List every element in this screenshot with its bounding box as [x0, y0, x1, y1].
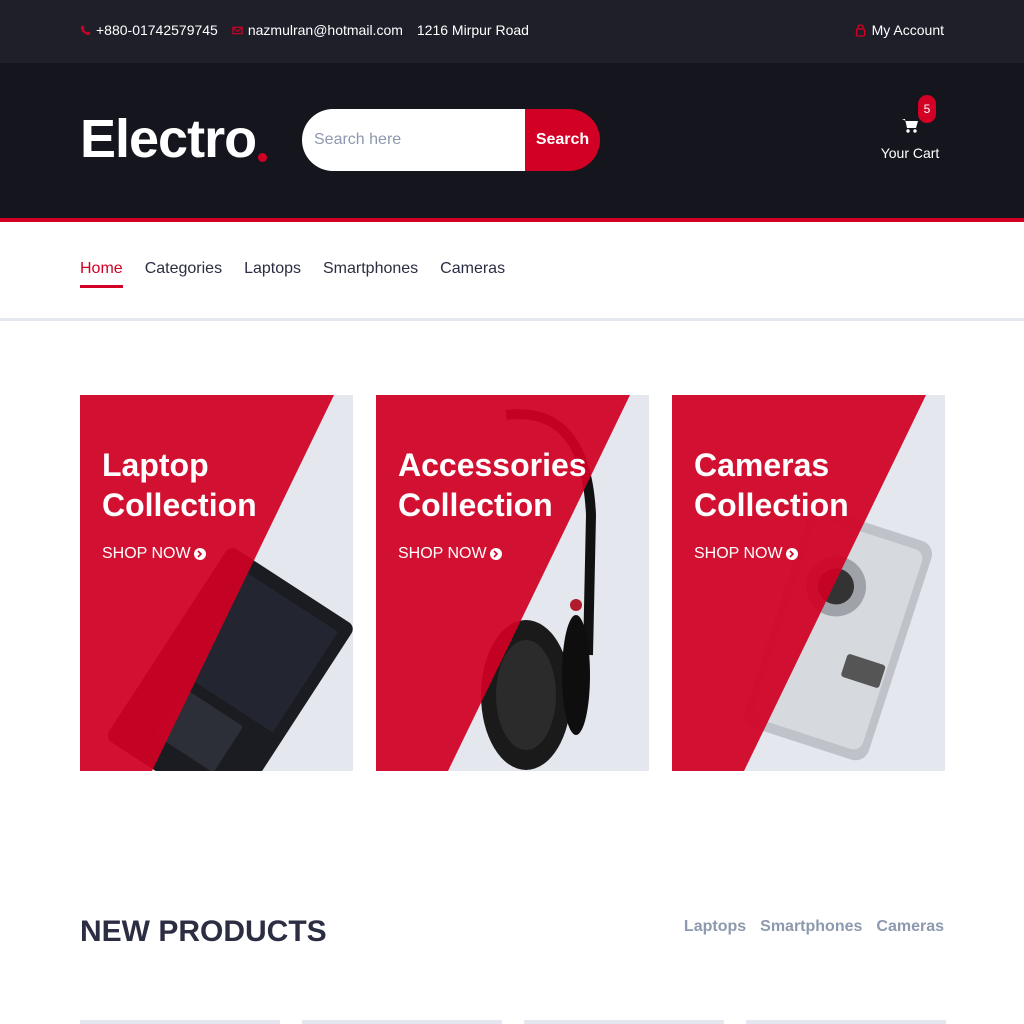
nav-item-home[interactable]: Home — [80, 260, 123, 288]
main-nav: Home Categories Laptops Smartphones Came… — [0, 222, 1024, 321]
phone-text: +880-01742579745 — [96, 22, 218, 38]
arrow-circle-right-icon — [489, 548, 502, 560]
search-button[interactable]: Search — [525, 109, 600, 171]
envelope-icon — [232, 26, 243, 34]
nav-item-laptops[interactable]: Laptops — [244, 260, 301, 286]
search-input[interactable] — [302, 109, 525, 171]
collections-section: Laptop Collection SHOP NOW Accessories C… — [80, 395, 946, 771]
cart-icon — [902, 119, 918, 133]
collection-title-line2: Collection — [694, 487, 849, 523]
nav-list: Home Categories Laptops Smartphones Came… — [80, 260, 505, 288]
top-bar: +880-01742579745 nazmulran@hotmail.com 1… — [0, 0, 1024, 63]
new-products-tabs: Laptops Smartphones Cameras — [684, 918, 944, 936]
shop-now-link[interactable]: SHOP NOW — [398, 545, 502, 563]
arrow-circle-right-icon — [193, 548, 206, 560]
nav-item-categories[interactable]: Categories — [145, 260, 222, 286]
product-card[interactable] — [80, 1020, 280, 1024]
arrow-circle-right-icon — [785, 548, 798, 560]
collection-card-laptop[interactable]: Laptop Collection SHOP NOW — [80, 395, 353, 771]
search-form: Search — [302, 109, 600, 171]
logo-text: Electro — [80, 109, 257, 169]
address-text: 1216 Mirpur Road — [416, 22, 529, 38]
collection-card-cameras[interactable]: Cameras Collection SHOP NOW — [672, 395, 945, 771]
nav-item-cameras[interactable]: Cameras — [440, 260, 505, 286]
collection-title: Laptop Collection — [102, 445, 257, 525]
product-card[interactable] — [524, 1020, 724, 1024]
address-link[interactable]: 1216 Mirpur Road — [417, 22, 529, 38]
shop-now-label: SHOP NOW — [694, 545, 783, 562]
header: Electro Search 5 Your Cart — [0, 63, 1024, 218]
collection-card-accessories[interactable]: Accessories Collection SHOP NOW — [376, 395, 649, 771]
cart-count-badge: 5 — [918, 95, 936, 123]
tab-laptops[interactable]: Laptops — [684, 918, 746, 936]
collection-title: Accessories Collection — [398, 445, 587, 525]
shop-now-label: SHOP NOW — [398, 545, 487, 562]
top-contacts: +880-01742579745 nazmulran@hotmail.com 1… — [80, 22, 529, 38]
shop-now-link[interactable]: SHOP NOW — [102, 545, 206, 563]
nav-item-smartphones[interactable]: Smartphones — [323, 260, 418, 286]
cart-link[interactable]: 5 Your Cart — [872, 95, 948, 173]
collection-title: Cameras Collection — [694, 445, 849, 525]
logo[interactable]: Electro — [80, 109, 268, 169]
product-card[interactable] — [302, 1020, 502, 1024]
product-list — [80, 1020, 946, 1024]
logo-dot — [258, 153, 268, 162]
user-icon — [855, 23, 865, 37]
phone-link[interactable]: +880-01742579745 — [80, 22, 218, 38]
tab-smartphones[interactable]: Smartphones — [760, 918, 862, 936]
shop-now-label: SHOP NOW — [102, 545, 191, 562]
tab-cameras[interactable]: Cameras — [876, 918, 944, 936]
email-text: nazmulran@hotmail.com — [247, 22, 403, 38]
email-link[interactable]: nazmulran@hotmail.com — [232, 22, 403, 38]
cart-label: Your Cart — [880, 145, 940, 161]
collection-title-line1: Accessories — [398, 447, 587, 483]
collection-title-line1: Laptop — [102, 447, 209, 483]
collection-title-line2: Collection — [398, 487, 553, 523]
shop-now-link[interactable]: SHOP NOW — [694, 545, 798, 563]
new-products-title: NEW PRODUCTS — [80, 915, 327, 948]
product-card[interactable] — [746, 1020, 946, 1024]
collection-title-line1: Cameras — [694, 447, 830, 483]
phone-icon — [80, 25, 91, 35]
collection-title-line2: Collection — [102, 487, 257, 523]
my-account-label: My Account — [871, 22, 944, 38]
my-account-link[interactable]: My Account — [855, 22, 944, 38]
